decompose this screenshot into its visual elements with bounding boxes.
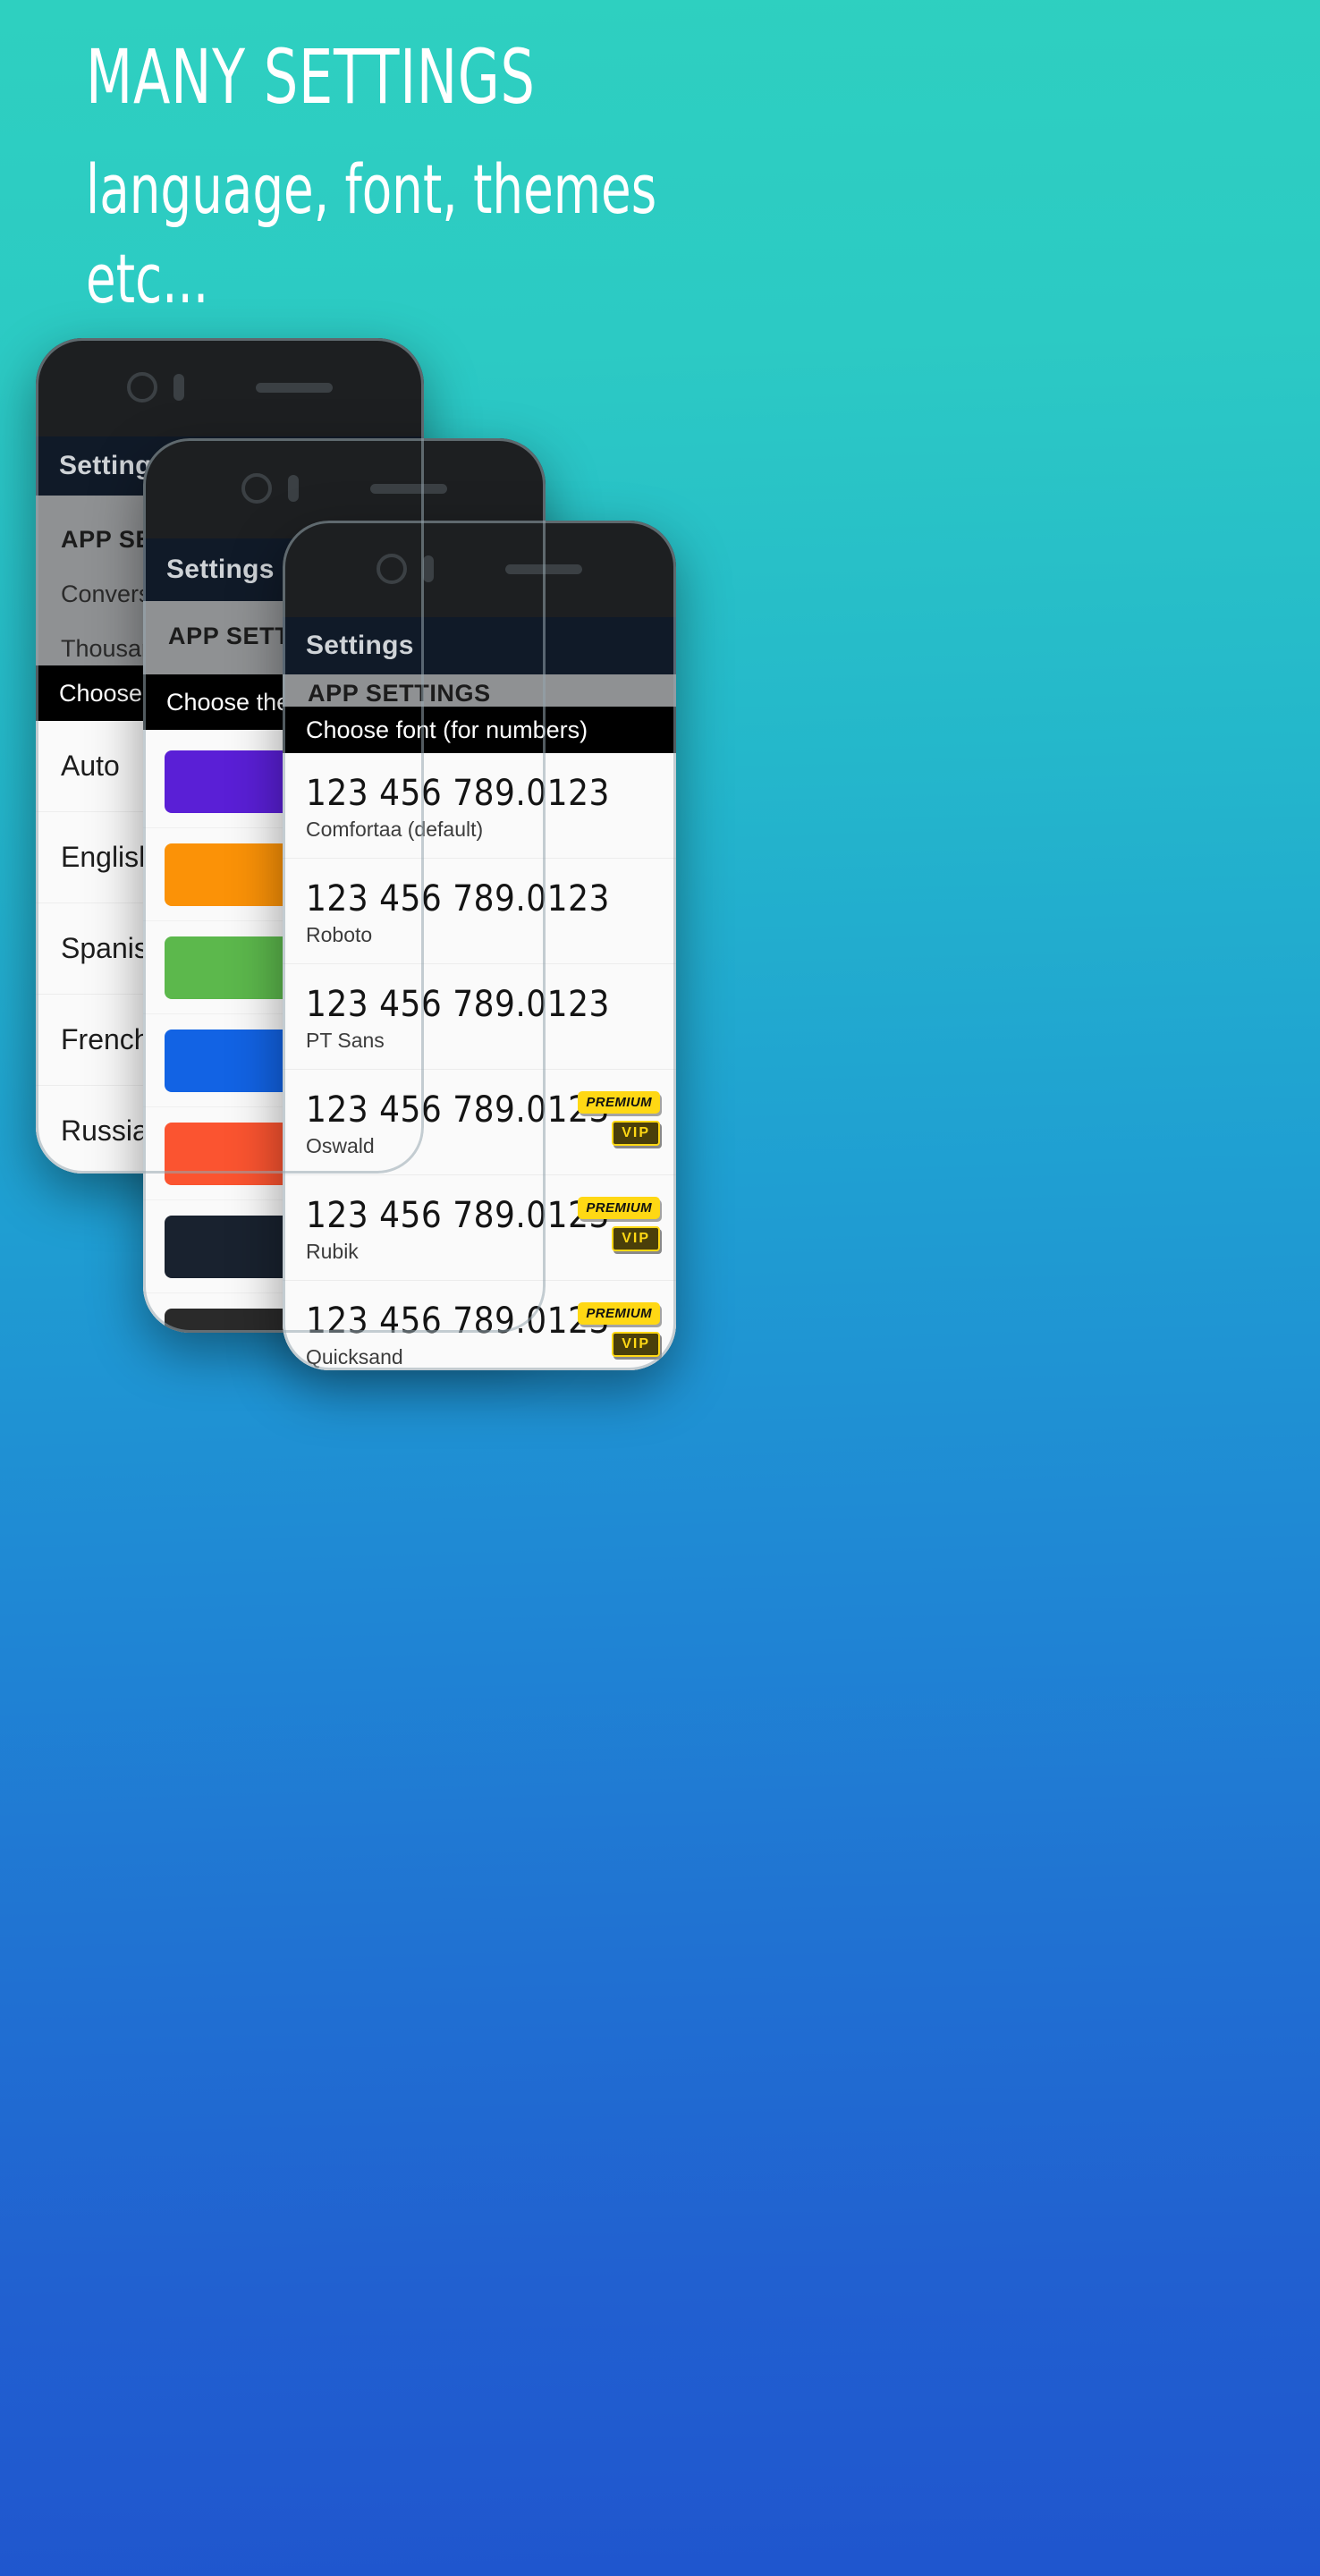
list-item[interactable]: 123 456 789.0123 Oswald PREMIUM VIP	[283, 1070, 676, 1175]
status-badge-premium: PREMIUM	[578, 1091, 660, 1114]
badge-group: PREMIUM VIP	[578, 1302, 660, 1357]
list-item[interactable]: 123 456 789.0123 Roboto	[283, 859, 676, 964]
badge-group: PREMIUM VIP	[578, 1091, 660, 1146]
speaker-grill-icon	[505, 564, 582, 574]
phone3-section-header: APP SETTINGS	[308, 680, 491, 707]
sensor-icon	[423, 555, 434, 582]
phone3-appbar: Settings	[283, 617, 676, 674]
camera-icon	[127, 372, 157, 402]
speaker-grill-icon	[256, 382, 333, 393]
list-item[interactable]: 123 456 789.0123 Rubik PREMIUM VIP	[283, 1175, 676, 1281]
status-badge-premium: PREMIUM	[578, 1302, 660, 1325]
list-item[interactable]: 123 456 789.0123 Quicksand PREMIUM VIP	[283, 1281, 676, 1370]
status-badge-vip: VIP	[612, 1332, 660, 1357]
font-sample-text: 123 456 789.0123	[306, 878, 610, 919]
camera-icon	[377, 554, 407, 584]
font-sample-text: 123 456 789.0123	[306, 773, 610, 814]
phone3-dialog-title: Choose font (for numbers)	[283, 707, 676, 753]
status-badge-premium: PREMIUM	[578, 1197, 660, 1219]
list-item[interactable]: 123 456 789.0123 Comfortaa (default)	[283, 753, 676, 859]
phone3-settings-scrim: APP SETTINGS	[283, 674, 676, 707]
promo-subline: language, font, themes etc...	[86, 145, 987, 324]
phone2-appbar-title: Settings	[166, 555, 275, 584]
phone3-appbar-title: Settings	[306, 631, 414, 660]
promo-subline-line2: etc...	[86, 239, 209, 318]
font-sample-text: 123 456 789.0123	[306, 984, 610, 1025]
font-name-label: Comfortaa (default)	[306, 818, 484, 841]
font-name-label: Roboto	[306, 923, 373, 946]
list-item[interactable]: 123 456 789.0123 PT Sans	[283, 964, 676, 1070]
phone3-screen: Settings APP SETTINGS Choose font (for n…	[283, 617, 676, 1370]
sensor-icon	[288, 475, 299, 502]
speaker-grill-icon	[370, 483, 447, 494]
badge-group: PREMIUM VIP	[578, 1197, 660, 1251]
phone-top-hardware	[36, 338, 424, 436]
camera-icon	[241, 473, 272, 504]
status-badge-vip: VIP	[612, 1121, 660, 1146]
promo-subline-line1: language, font, themes	[86, 149, 657, 229]
phone-top-hardware	[283, 521, 676, 617]
promo-text-block: MANY SETTINGS language, font, themes etc…	[86, 36, 1213, 324]
status-badge-vip: VIP	[612, 1226, 660, 1251]
phone3-font-list[interactable]: 123 456 789.0123 Comfortaa (default) 123…	[283, 753, 676, 1370]
promo-headline: MANY SETTINGS	[86, 33, 536, 121]
font-name-label: PT Sans	[306, 1029, 385, 1052]
phone-mockup-font: Settings APP SETTINGS Choose font (for n…	[283, 521, 676, 1370]
sensor-icon	[173, 374, 184, 401]
